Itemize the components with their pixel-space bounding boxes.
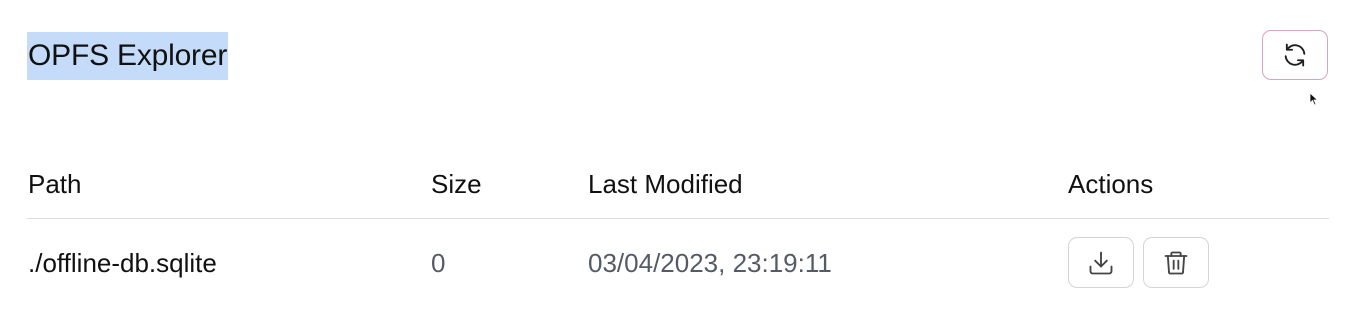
table-header: Path Size Last Modified Actions bbox=[27, 160, 1329, 219]
files-table: Path Size Last Modified Actions ./offlin… bbox=[27, 160, 1329, 307]
refresh-icon bbox=[1281, 41, 1309, 69]
file-size: 0 bbox=[431, 248, 446, 278]
mouse-cursor-icon bbox=[1309, 92, 1319, 106]
download-button[interactable] bbox=[1068, 237, 1134, 288]
table-row: ./offline-db.sqlite 0 03/04/2023, 23:19:… bbox=[27, 219, 1329, 307]
column-header-size[interactable]: Size bbox=[431, 168, 482, 200]
trash-icon bbox=[1162, 249, 1190, 277]
column-header-last-modified[interactable]: Last Modified bbox=[588, 168, 743, 200]
file-last-modified: 03/04/2023, 23:19:11 bbox=[588, 248, 832, 278]
row-actions bbox=[1068, 237, 1209, 288]
download-icon bbox=[1087, 249, 1115, 277]
file-path: ./offline-db.sqlite bbox=[28, 248, 217, 278]
opfs-explorer-page: OPFS Explorer Path Size Last Modified Ac… bbox=[0, 0, 1355, 331]
delete-button[interactable] bbox=[1143, 237, 1209, 288]
column-header-actions: Actions bbox=[1068, 169, 1154, 199]
column-header-path[interactable]: Path bbox=[28, 168, 82, 200]
refresh-button[interactable] bbox=[1262, 30, 1328, 80]
page-title: OPFS Explorer bbox=[27, 32, 229, 80]
